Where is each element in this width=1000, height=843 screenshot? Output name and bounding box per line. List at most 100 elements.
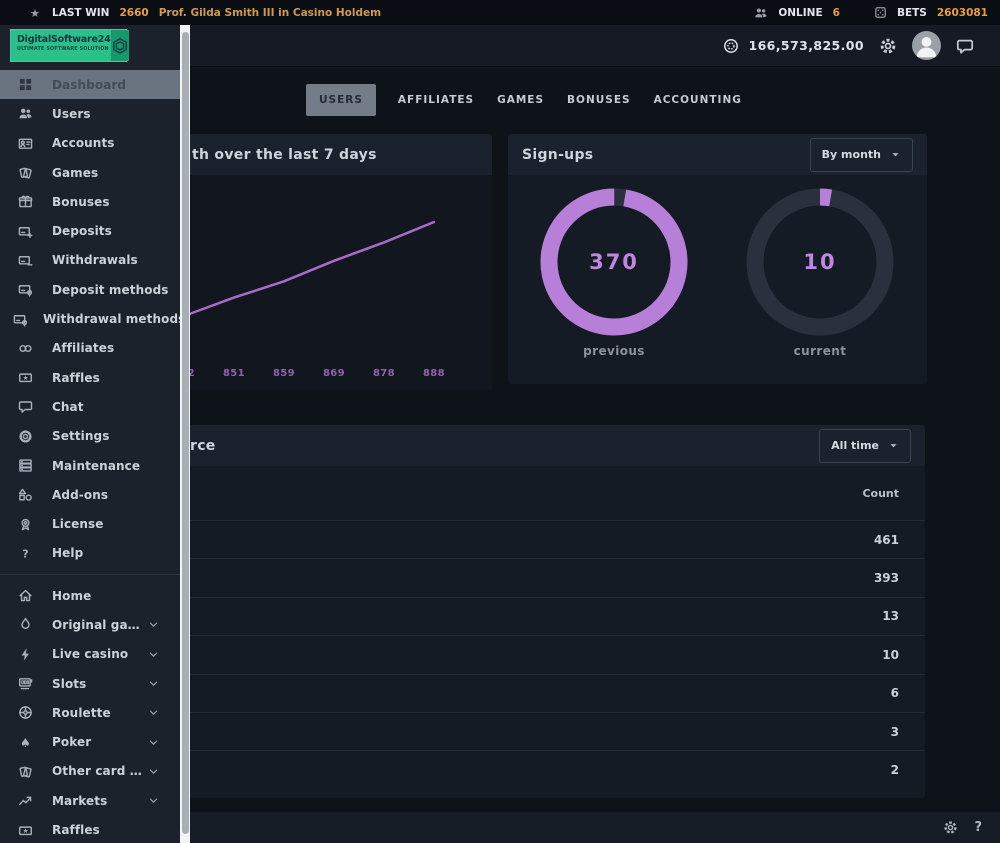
sidebar-item-affiliates[interactable]: Affiliates	[0, 334, 180, 363]
x-tick-label: 878	[364, 368, 404, 379]
donut-label: previous	[534, 344, 694, 358]
sidebar-item-dashboard[interactable]: Dashboard	[0, 70, 180, 99]
sidebar-item-license[interactable]: License	[0, 509, 180, 538]
sidebar-item-raffles[interactable]: ★ Raffles	[0, 363, 180, 392]
trend-icon	[13, 793, 37, 808]
brand-logo-text: DigitalSoftware24 ULTIMATE SOFTWARE SOLU…	[11, 30, 111, 61]
sidebar-item-poker[interactable]: ♠ Poker	[0, 728, 180, 757]
server-icon	[13, 458, 37, 473]
sidebar-item-add-ons[interactable]: Add-ons	[0, 480, 180, 509]
sidebar-item-withdrawals[interactable]: Withdrawals	[0, 246, 180, 275]
count-value: 393	[874, 571, 899, 585]
source-filter-dropdown[interactable]: All time	[819, 429, 911, 463]
sidebar-item-maintenance[interactable]: Maintenance	[0, 451, 180, 480]
spade-icon: ♠	[13, 735, 37, 750]
sidebar-item-label: Home	[52, 589, 91, 603]
bets-value: 2603081	[937, 7, 988, 19]
tab-users[interactable]: USERS	[306, 84, 376, 116]
count-value: 2	[891, 763, 899, 777]
donut-value: 370	[534, 182, 694, 342]
settings-gear-icon[interactable]	[879, 37, 897, 55]
footer-gear-icon[interactable]	[943, 820, 958, 835]
chevron-down-icon	[147, 706, 160, 719]
sidebar-item-label: Deposits	[52, 224, 112, 238]
count-value: 461	[874, 533, 899, 547]
x-tick-label: 888	[414, 368, 454, 379]
chevron-down-icon	[890, 149, 901, 160]
gear-icon	[13, 429, 37, 444]
count-value: 10	[882, 648, 899, 662]
sidebar-item-label: Other card …	[52, 764, 142, 778]
bubble-icon	[13, 399, 37, 414]
sidebar-item-chat[interactable]: Chat	[0, 392, 180, 421]
home-icon	[13, 588, 37, 603]
donut-value: 10	[740, 182, 900, 342]
sidebar-scrollbar-thumb[interactable]	[182, 32, 189, 834]
sidebar-item-accounts[interactable]: Accounts	[0, 129, 180, 158]
sidebar-item-games[interactable]: Games	[0, 158, 180, 187]
sidebar-item-label: Withdrawal methods	[43, 312, 185, 326]
online-label: ONLINE	[778, 7, 822, 19]
sidebar-item-withdrawal-methods[interactable]: Withdrawal methods	[0, 304, 180, 333]
sidebar-item-settings[interactable]: Settings	[0, 422, 180, 451]
sidebar-item-label: Help	[52, 546, 83, 560]
sidebar-item-bonuses[interactable]: Bonuses	[0, 187, 180, 216]
shapes-icon	[13, 487, 37, 502]
sidebar-item-raffles[interactable]: ★Raffles	[0, 815, 180, 843]
svg-text:♠: ♠	[20, 736, 31, 750]
sidebar-item-label: Poker	[52, 735, 91, 749]
balance-value: 166,573,825.00	[748, 38, 864, 53]
signups-filter-dropdown[interactable]: By month	[810, 138, 913, 172]
sidebar-item-users[interactable]: Users	[0, 99, 180, 128]
svg-text:★: ★	[22, 374, 28, 382]
gift-icon	[13, 194, 37, 209]
sidebar-item-home[interactable]: Home	[0, 581, 180, 610]
flame-icon	[13, 617, 37, 632]
chevron-down-icon	[147, 794, 160, 807]
x-tick-label: 859	[264, 368, 304, 379]
sidebar-item-deposits[interactable]: Deposits	[0, 216, 180, 245]
card-minus-icon	[13, 253, 37, 268]
ticket-icon: ★	[13, 370, 37, 385]
x-tick-label: 851	[214, 368, 254, 379]
sidebar-item-live-casino[interactable]: Live casino	[0, 640, 180, 669]
star-icon: ★	[28, 6, 42, 20]
sidebar-item-roulette[interactable]: Roulette	[0, 698, 180, 727]
card-pin-icon	[13, 312, 28, 327]
avatar[interactable]	[912, 31, 941, 60]
balance-display: 166,573,825.00	[723, 38, 864, 54]
sidebar-item-markets[interactable]: Markets	[0, 786, 180, 815]
cards-icon	[13, 165, 37, 180]
card-plus-icon	[13, 224, 37, 239]
svg-text:★: ★	[22, 827, 28, 835]
sidebar-item-deposit-methods[interactable]: Deposit methods	[0, 275, 180, 304]
last-win-status: ★ LAST WIN 2660 Prof. Gilda Smith III in…	[28, 6, 381, 20]
x-tick-label: 869	[314, 368, 354, 379]
chat-bubble-icon[interactable]	[956, 37, 974, 55]
badge-icon	[13, 517, 37, 532]
sidebar-item-help[interactable]: ?Help	[0, 539, 180, 568]
tab-accounting[interactable]: ACCOUNTING	[653, 94, 743, 106]
tab-games[interactable]: GAMES	[496, 94, 545, 106]
signups-card-title: Sign-ups	[522, 147, 593, 163]
footer-help-icon[interactable]: ?	[974, 820, 982, 835]
donut-current: 10current	[740, 182, 900, 358]
tab-bonuses[interactable]: BONUSES	[566, 94, 632, 106]
count-value: 3	[891, 725, 899, 739]
donut-previous: 370 previous	[534, 182, 694, 358]
tab-affiliates[interactable]: AFFILIATES	[397, 94, 475, 106]
sidebar-secondary-nav: Home Original ga…Live casinoSlotsRoulette…	[0, 581, 180, 843]
chevron-down-icon	[147, 677, 160, 690]
online-users-icon	[754, 6, 768, 20]
sidebar-item-label: Raffles	[52, 371, 100, 385]
sidebar-item-original-ga[interactable]: Original ga…	[0, 610, 180, 639]
last-win-value: 2660	[119, 7, 148, 19]
signups-card: Sign-ups By month 370 previous 10current	[508, 134, 927, 384]
sidebar-item-label: Accounts	[52, 136, 115, 150]
sidebar-item-other-card[interactable]: Other card …	[0, 757, 180, 786]
sidebar-item-label: Withdrawals	[52, 253, 138, 267]
sidebar-item-label: Games	[52, 166, 98, 180]
roulette-icon	[13, 705, 37, 720]
brand-subtitle: ULTIMATE SOFTWARE SOLUTION	[17, 47, 111, 52]
sidebar-item-slots[interactable]: Slots	[0, 669, 180, 698]
